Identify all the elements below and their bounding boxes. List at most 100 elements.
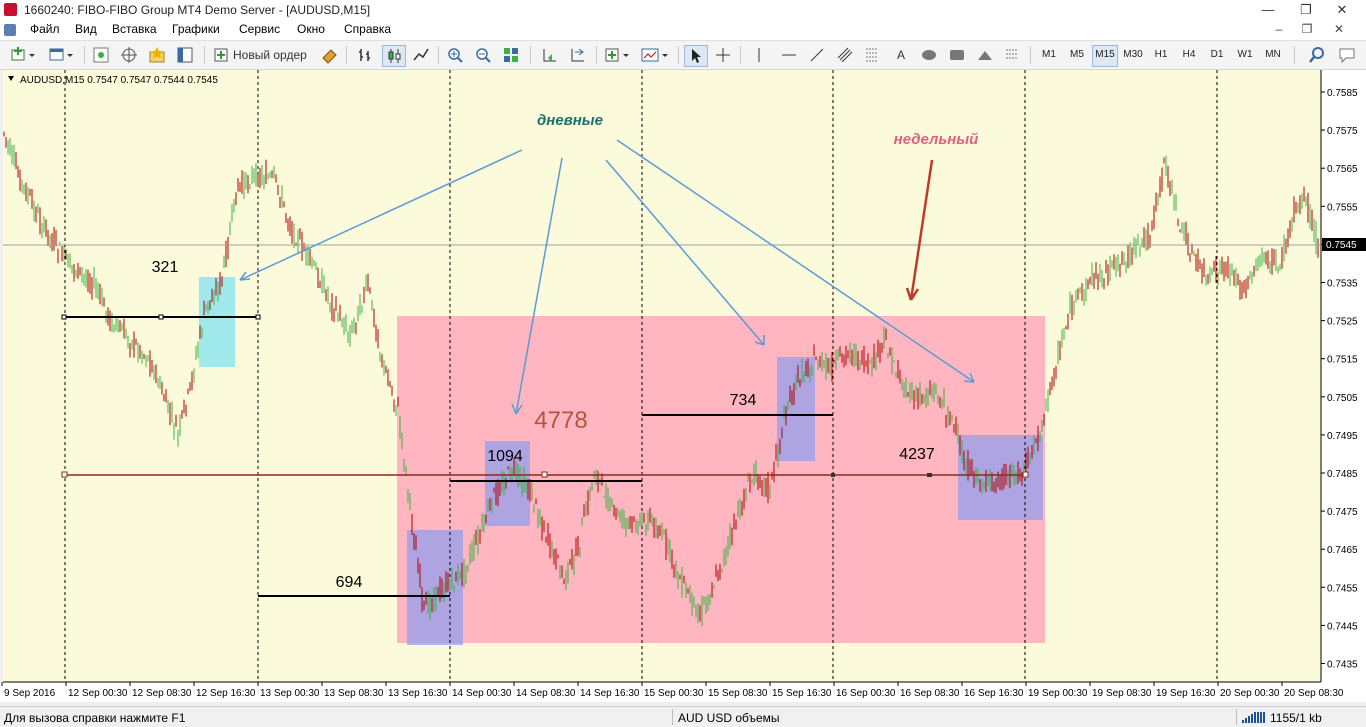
menu-file[interactable]: Файл <box>30 22 60 36</box>
zoom-in-button[interactable] <box>444 45 466 65</box>
mdi-restore-button[interactable]: ❐ <box>1294 22 1320 36</box>
chart-info: AUDUSD,M15 0.7547 0.7547 0.7544 0.7545 <box>8 75 218 86</box>
profiles-button[interactable] <box>46 45 76 65</box>
candlestick-icon <box>388 49 401 63</box>
new-order-button[interactable]: Новый ордер <box>212 45 312 65</box>
timeframe-d1[interactable]: D1 <box>1204 45 1230 65</box>
x-tick-label: 16 Sep 00:30 <box>836 688 896 699</box>
search-button[interactable] <box>1306 45 1328 65</box>
fibo-fan-button[interactable] <box>1002 45 1024 65</box>
menu-view[interactable]: Вид <box>75 22 97 36</box>
favorites-button[interactable] <box>146 45 168 65</box>
timeframe-m30[interactable]: M30 <box>1120 45 1146 65</box>
templates-icon <box>641 48 668 62</box>
market-watch-icon <box>93 47 109 63</box>
market-watch-button[interactable] <box>90 45 112 65</box>
timeframe-mn[interactable]: MN <box>1260 45 1286 65</box>
menu-window[interactable]: Окно <box>297 22 325 36</box>
fibonacci-button[interactable] <box>862 45 884 65</box>
weekly-range-label: 4778 <box>534 407 587 434</box>
triangle-icon <box>978 51 992 60</box>
rectangle-button[interactable] <box>946 45 968 65</box>
autoscroll-button[interactable] <box>566 45 588 65</box>
fibonacci-icon <box>866 48 878 62</box>
app-icon <box>4 3 17 16</box>
equidistant-channel-button[interactable] <box>834 45 856 65</box>
line-chart-button[interactable] <box>410 45 432 65</box>
timeframe-m5[interactable]: M5 <box>1064 45 1090 65</box>
y-tick-label: 0.7585 <box>1327 88 1358 99</box>
y-tick-label: 0.7485 <box>1327 469 1358 480</box>
trendline-button[interactable] <box>806 45 828 65</box>
chart-shift-button[interactable] <box>538 45 560 65</box>
daily-zone-734 <box>777 357 815 461</box>
indicators-button[interactable] <box>602 45 632 65</box>
new-chart-button[interactable] <box>8 45 38 65</box>
indicators-icon <box>605 48 629 62</box>
cursor-arrow-icon <box>692 49 701 63</box>
minimize-button[interactable]: — <box>1248 0 1288 20</box>
timeframe-m1[interactable]: M1 <box>1036 45 1062 65</box>
weekly-label: недельный <box>894 131 979 148</box>
timeframe-h1[interactable]: H1 <box>1148 45 1174 65</box>
y-tick-label: 0.7525 <box>1327 317 1358 328</box>
bar-chart-button[interactable] <box>354 45 376 65</box>
horizontal-line-button[interactable] <box>778 45 800 65</box>
ellipse-icon <box>922 50 936 60</box>
title-bar: 1660240: FIBO-FIBO Group MT4 Demo Server… <box>0 0 1366 21</box>
fibo-fan-icon <box>1006 49 1018 59</box>
range-734-label: 734 <box>730 392 757 409</box>
triangle-button[interactable] <box>974 45 996 65</box>
y-tick-label: 0.7505 <box>1327 393 1358 404</box>
candlestick-button[interactable] <box>382 45 406 67</box>
x-tick-label: 16 Sep 08:30 <box>900 688 960 699</box>
trendline-icon <box>810 48 824 62</box>
price-chart[interactable]: дневные недельный 321 694 1094 734 4778 … <box>0 70 1366 702</box>
crosshair-button[interactable] <box>712 45 734 65</box>
zoom-out-button[interactable] <box>472 45 494 65</box>
cursor-tool-button[interactable] <box>684 45 708 67</box>
menu-charts[interactable]: Графики <box>172 22 220 36</box>
traffic-status: 1155/1 kb <box>1270 711 1322 725</box>
range-321-label: 321 <box>152 259 179 276</box>
line-chart-icon <box>413 48 429 61</box>
autotrading-button[interactable] <box>318 45 340 65</box>
menu-insert[interactable]: Вставка <box>112 22 157 36</box>
chat-button[interactable] <box>1334 45 1360 65</box>
ellipse-button[interactable] <box>918 45 940 65</box>
close-button[interactable]: ✕ <box>1322 0 1362 20</box>
range-1094-label: 1094 <box>487 448 523 465</box>
x-tick-label: 19 Sep 16:30 <box>1156 688 1216 699</box>
search-icon <box>1309 47 1324 63</box>
y-tick-label: 0.7445 <box>1327 621 1358 632</box>
connection-bars-icon <box>1242 712 1265 723</box>
mdi-minimize-button[interactable]: – <box>1266 22 1292 36</box>
tile-windows-icon <box>504 48 518 62</box>
restore-button[interactable]: ❐ <box>1286 0 1326 20</box>
chart-window-icon[interactable] <box>4 24 16 36</box>
timeframe-m15[interactable]: M15 <box>1092 45 1118 67</box>
x-tick-label: 19 Sep 08:30 <box>1092 688 1152 699</box>
status-bar: Для вызова справки нажмите F1 AUD USD об… <box>0 706 1366 727</box>
daily-zone-321 <box>199 277 235 367</box>
mdi-close-button[interactable]: ✕ <box>1326 22 1352 36</box>
new-order-icon <box>214 48 228 62</box>
menu-tools[interactable]: Сервис <box>239 22 280 36</box>
profiles-icon <box>49 48 73 61</box>
vertical-line-button[interactable] <box>748 45 770 65</box>
terminal-button[interactable] <box>174 45 196 65</box>
tile-windows-button[interactable] <box>500 45 522 65</box>
text-tool-button[interactable]: A <box>890 45 912 65</box>
profile-name: AUD USD объемы <box>678 711 780 725</box>
timeframe-w1[interactable]: W1 <box>1232 45 1258 65</box>
templates-button[interactable] <box>638 45 672 65</box>
navigator-button[interactable] <box>118 45 140 65</box>
menu-help[interactable]: Справка <box>344 22 391 36</box>
chart-shift-icon <box>543 49 556 62</box>
timeframe-h4[interactable]: H4 <box>1176 45 1202 65</box>
rectangle-icon <box>950 50 964 60</box>
toolbar: Новый ордер A M1 M5 M15 M30 H1 H4 D1 W1 … <box>0 41 1366 70</box>
y-tick-label: 0.7535 <box>1327 279 1358 290</box>
chart-canvas[interactable]: дневные недельный 321 694 1094 734 4778 … <box>0 70 1366 702</box>
new-chart-icon <box>11 47 35 61</box>
